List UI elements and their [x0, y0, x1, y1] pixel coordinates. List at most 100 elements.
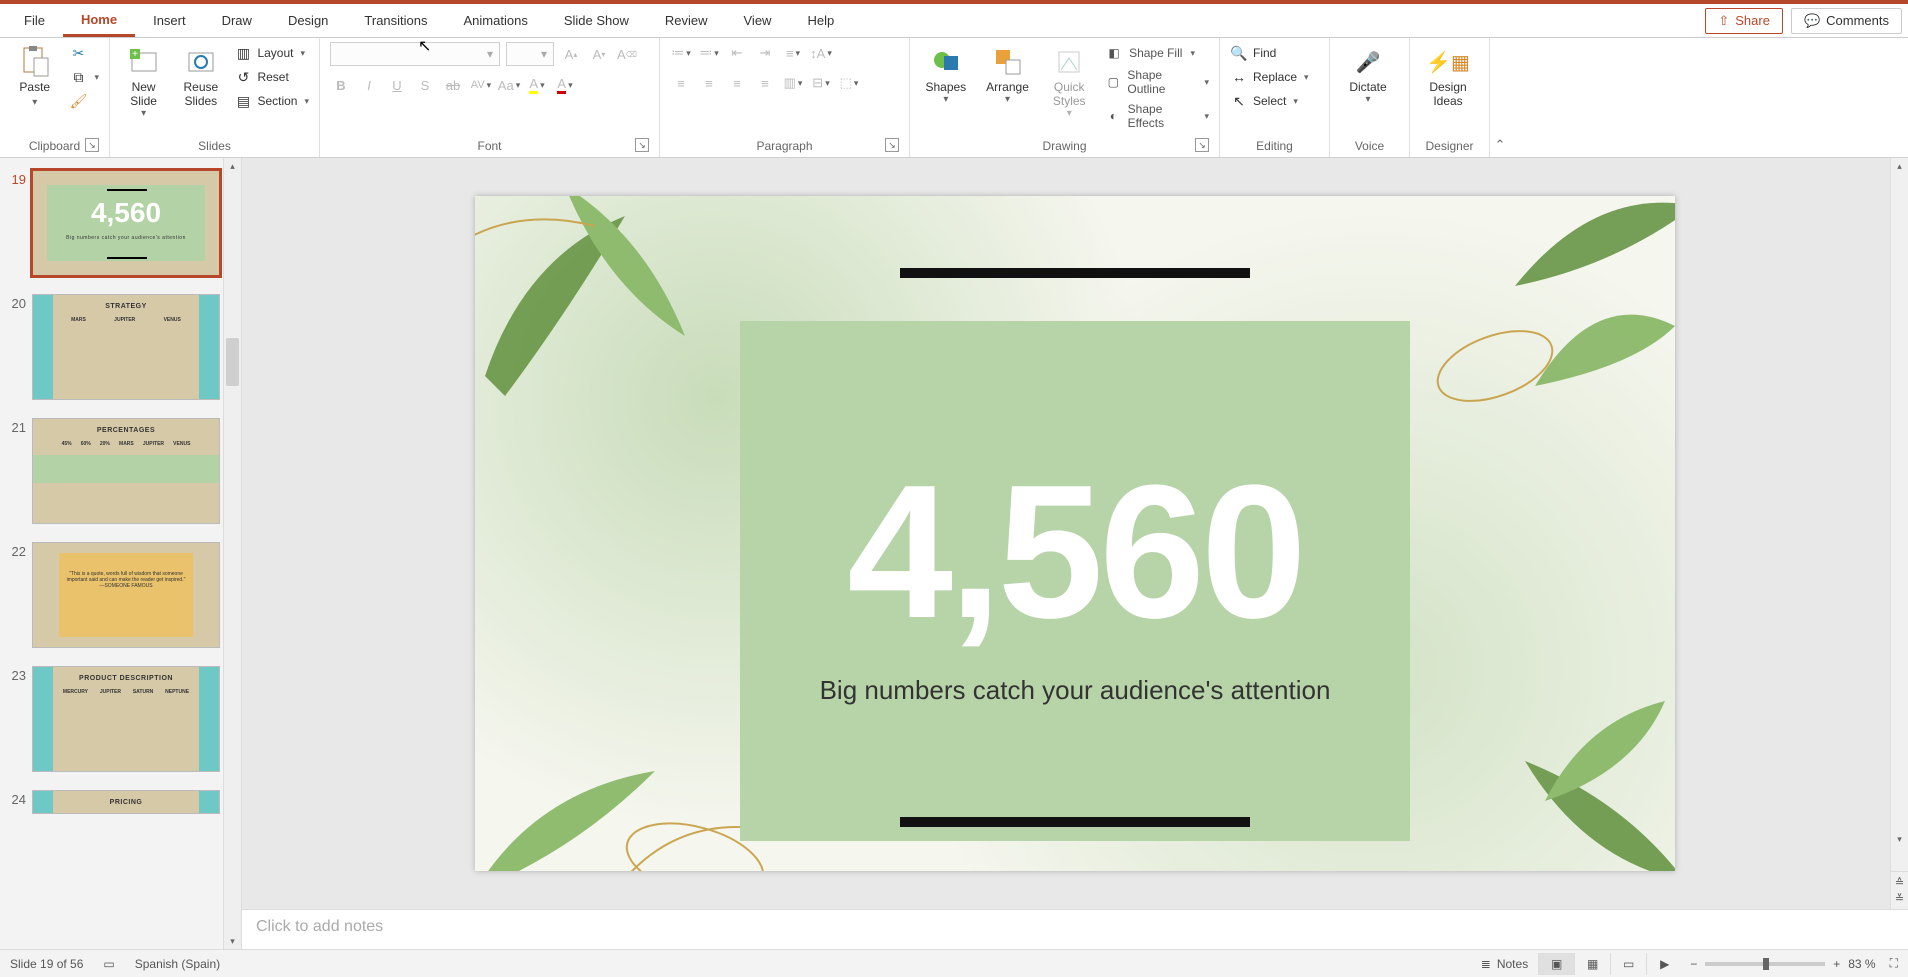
canvas-scroll-up-icon[interactable]: ▴	[1891, 158, 1908, 174]
font-size-select[interactable]: ▾	[506, 42, 554, 66]
thumbnail-row[interactable]: 20STRATEGYMARSJUPITERVENUS	[4, 294, 233, 400]
thumbnail-slide[interactable]: "This is a quote, words full of wisdom t…	[32, 542, 220, 648]
strike-button[interactable]: ab	[442, 74, 464, 96]
smartart-button[interactable]: ⬚	[838, 72, 860, 94]
increase-font-button[interactable]: A▴	[560, 43, 582, 65]
shape-effects-button[interactable]: ◐Shape Effects	[1105, 102, 1209, 130]
canvas-scroll-down-icon[interactable]: ▾	[1891, 831, 1908, 847]
collapse-ribbon-button[interactable]: ⌃	[1490, 38, 1510, 157]
zoom-slider[interactable]	[1705, 962, 1825, 966]
tab-transitions[interactable]: Transitions	[346, 4, 445, 37]
tab-animations[interactable]: Animations	[446, 4, 546, 37]
canvas-scrollbar[interactable]: ▴ ▾ ≙ ≚	[1890, 158, 1908, 909]
slide-canvas-area[interactable]: 4,560 Big numbers catch your audience's …	[242, 158, 1908, 909]
thumbnail-row[interactable]: 23PRODUCT DESCRIPTIONMERCURYJUPITERSATUR…	[4, 666, 233, 772]
outdent-button[interactable]: ⇤	[726, 42, 748, 64]
tab-home[interactable]: Home	[63, 4, 135, 37]
align-left-button[interactable]: ≡	[670, 72, 692, 94]
highlight-button[interactable]: A	[526, 74, 548, 96]
comments-button[interactable]: 💬Comments	[1791, 8, 1902, 34]
text-direction-button[interactable]: ↕A	[810, 42, 832, 64]
thumbnail-slide[interactable]: STRATEGYMARSJUPITERVENUS	[32, 294, 220, 400]
zoom-slider-handle[interactable]	[1763, 958, 1769, 970]
bullets-button[interactable]: ≔	[670, 42, 692, 64]
reset-button[interactable]: ↺Reset	[234, 68, 309, 86]
thumbnail-slide[interactable]: PRODUCT DESCRIPTIONMERCURYJUPITERSATURNN…	[32, 666, 220, 772]
shadow-button[interactable]: S	[414, 74, 436, 96]
section-button[interactable]: ▤Section	[234, 92, 309, 110]
design-ideas-button[interactable]: ⚡▦ Design Ideas	[1420, 42, 1476, 108]
paragraph-launcher[interactable]: ↘	[885, 138, 899, 152]
underline-button[interactable]: U	[386, 74, 408, 96]
reading-view-button[interactable]: ▭	[1610, 953, 1646, 975]
scrollbar-handle[interactable]	[226, 338, 239, 386]
language-indicator[interactable]: Spanish (Spain)	[135, 957, 220, 971]
find-button[interactable]: 🔍Find	[1230, 44, 1309, 62]
thumbnail-scrollbar[interactable]: ▴ ▾	[223, 158, 241, 949]
share-button[interactable]: ⇧Share	[1705, 8, 1783, 34]
thumbnail-slide[interactable]: 4,560Big numbers catch your audience's a…	[32, 170, 220, 276]
align-text-button[interactable]: ⊟	[810, 72, 832, 94]
font-name-select[interactable]: ▾	[330, 42, 500, 66]
thumbnail-row[interactable]: 21PERCENTAGES45%60%20%MARSJUPITERVENUS	[4, 418, 233, 524]
clear-format-button[interactable]: A⌫	[616, 43, 638, 65]
thumbnail-row[interactable]: 22"This is a quote, words full of wisdom…	[4, 542, 233, 648]
new-slide-button[interactable]: + New Slide▾	[120, 42, 167, 119]
thumbnail-row[interactable]: 194,560Big numbers catch your audience's…	[4, 170, 233, 276]
zoom-out-button[interactable]: −	[1690, 957, 1697, 971]
tab-design[interactable]: Design	[270, 4, 346, 37]
dictate-button[interactable]: 🎤 Dictate▾	[1340, 42, 1396, 105]
scroll-down-icon[interactable]: ▾	[224, 933, 241, 949]
scroll-up-icon[interactable]: ▴	[224, 158, 241, 174]
align-right-button[interactable]: ≡	[726, 72, 748, 94]
slide-counter[interactable]: Slide 19 of 56	[10, 957, 83, 971]
zoom-in-button[interactable]: +	[1833, 957, 1840, 971]
slideshow-view-button[interactable]: ▶	[1646, 953, 1682, 975]
tab-draw[interactable]: Draw	[204, 4, 270, 37]
italic-button[interactable]: I	[358, 74, 380, 96]
font-launcher[interactable]: ↘	[635, 138, 649, 152]
indent-button[interactable]: ⇥	[754, 42, 776, 64]
shape-outline-button[interactable]: ▢Shape Outline	[1105, 68, 1209, 96]
paste-button[interactable]: Paste▾	[10, 42, 59, 110]
prev-slide-button[interactable]: ≙	[1895, 876, 1904, 889]
justify-button[interactable]: ≡	[754, 72, 776, 94]
layout-button[interactable]: ▥Layout	[234, 44, 309, 62]
select-button[interactable]: ↖Select	[1230, 92, 1309, 110]
zoom-level[interactable]: 83 %	[1848, 957, 1875, 971]
font-color-button[interactable]: A	[554, 74, 576, 96]
tab-review[interactable]: Review	[647, 4, 726, 37]
next-slide-button[interactable]: ≚	[1895, 892, 1904, 905]
drawing-launcher[interactable]: ↘	[1195, 138, 1209, 152]
replace-button[interactable]: ↔Replace	[1230, 68, 1309, 86]
thumbnail-row[interactable]: 24PRICING	[4, 790, 233, 814]
char-spacing-button[interactable]: AV	[470, 74, 492, 96]
tab-file[interactable]: File	[6, 4, 63, 37]
quick-styles-button[interactable]: Quick Styles▾	[1043, 42, 1095, 119]
align-center-button[interactable]: ≡	[698, 72, 720, 94]
reuse-slides-button[interactable]: Reuse Slides	[177, 42, 224, 108]
tab-view[interactable]: View	[726, 4, 790, 37]
thumbnail-slide[interactable]: PERCENTAGES45%60%20%MARSJUPITERVENUS	[32, 418, 220, 524]
slide-canvas[interactable]: 4,560 Big numbers catch your audience's …	[475, 196, 1675, 871]
decrease-font-button[interactable]: A▾	[588, 43, 610, 65]
normal-view-button[interactable]: ▣	[1538, 953, 1574, 975]
bold-button[interactable]: B	[330, 74, 352, 96]
sorter-view-button[interactable]: ▦	[1574, 953, 1610, 975]
thumbnail-slide[interactable]: PRICING	[32, 790, 220, 814]
fit-window-button[interactable]: ⛶	[1890, 956, 1898, 971]
format-painter-button[interactable]: 🖌	[69, 92, 99, 110]
arrange-button[interactable]: Arrange▾	[982, 42, 1034, 105]
clipboard-launcher[interactable]: ↘	[85, 138, 99, 152]
numbering-button[interactable]: ≕	[698, 42, 720, 64]
copy-button[interactable]: ⧉	[69, 68, 99, 86]
columns-button[interactable]: ▥	[782, 72, 804, 94]
change-case-button[interactable]: Aa	[498, 74, 520, 96]
tab-help[interactable]: Help	[789, 4, 852, 37]
notes-pane[interactable]: Click to add notes	[242, 909, 1908, 949]
accessibility-check-button[interactable]: ▭	[103, 957, 114, 971]
tab-insert[interactable]: Insert	[135, 4, 204, 37]
line-spacing-button[interactable]: ≡	[782, 42, 804, 64]
tab-slideshow[interactable]: Slide Show	[546, 4, 647, 37]
cut-button[interactable]: ✂	[69, 44, 99, 62]
